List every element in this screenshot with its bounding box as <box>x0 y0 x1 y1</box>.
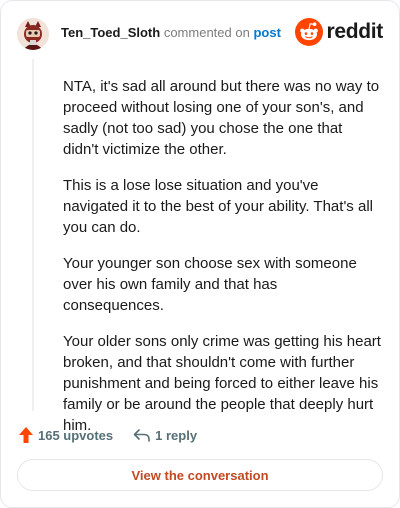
upvote-count: 165 upvotes <box>38 427 114 443</box>
commented-on-text: commented on <box>163 25 250 40</box>
comment-paragraph: NTA, it's sad all around but there was n… <box>63 78 380 158</box>
view-conversation-button[interactable]: View the conversation <box>17 459 383 491</box>
post-link[interactable]: post <box>253 25 280 40</box>
reply-button[interactable]: 1 reply <box>133 428 197 443</box>
comment-footer: 165 upvotes 1 reply <box>18 426 197 444</box>
comment-paragraph: Your older sons only crime was getting h… <box>63 333 381 434</box>
reddit-logo[interactable]: reddit <box>295 17 383 47</box>
comment-body: NTA, it's sad all around but there was n… <box>63 76 381 451</box>
reddit-snoo-icon <box>295 18 324 46</box>
upvote-button[interactable]: 165 upvotes <box>18 426 113 444</box>
username-link[interactable]: Ten_Toed_Sloth <box>61 25 160 40</box>
reply-arrow-icon <box>133 429 150 442</box>
comment-embed-card: Ten_Toed_Sloth commented on post reddit … <box>0 0 400 508</box>
user-avatar[interactable] <box>17 18 49 50</box>
view-conversation-label: View the conversation <box>131 467 269 483</box>
thread-line <box>32 59 34 411</box>
comment-paragraph: Your younger son choose sex with someone… <box>63 255 357 314</box>
comment-header: Ten_Toed_Sloth commented on post reddit <box>17 17 383 51</box>
reply-count: 1 reply <box>155 427 198 443</box>
reddit-wordmark: reddit <box>326 20 383 43</box>
comment-meta: Ten_Toed_Sloth commented on post <box>61 25 281 41</box>
comment-paragraph: This is a lose lose situation and you've… <box>63 177 373 236</box>
upvote-arrow-icon <box>19 427 33 443</box>
